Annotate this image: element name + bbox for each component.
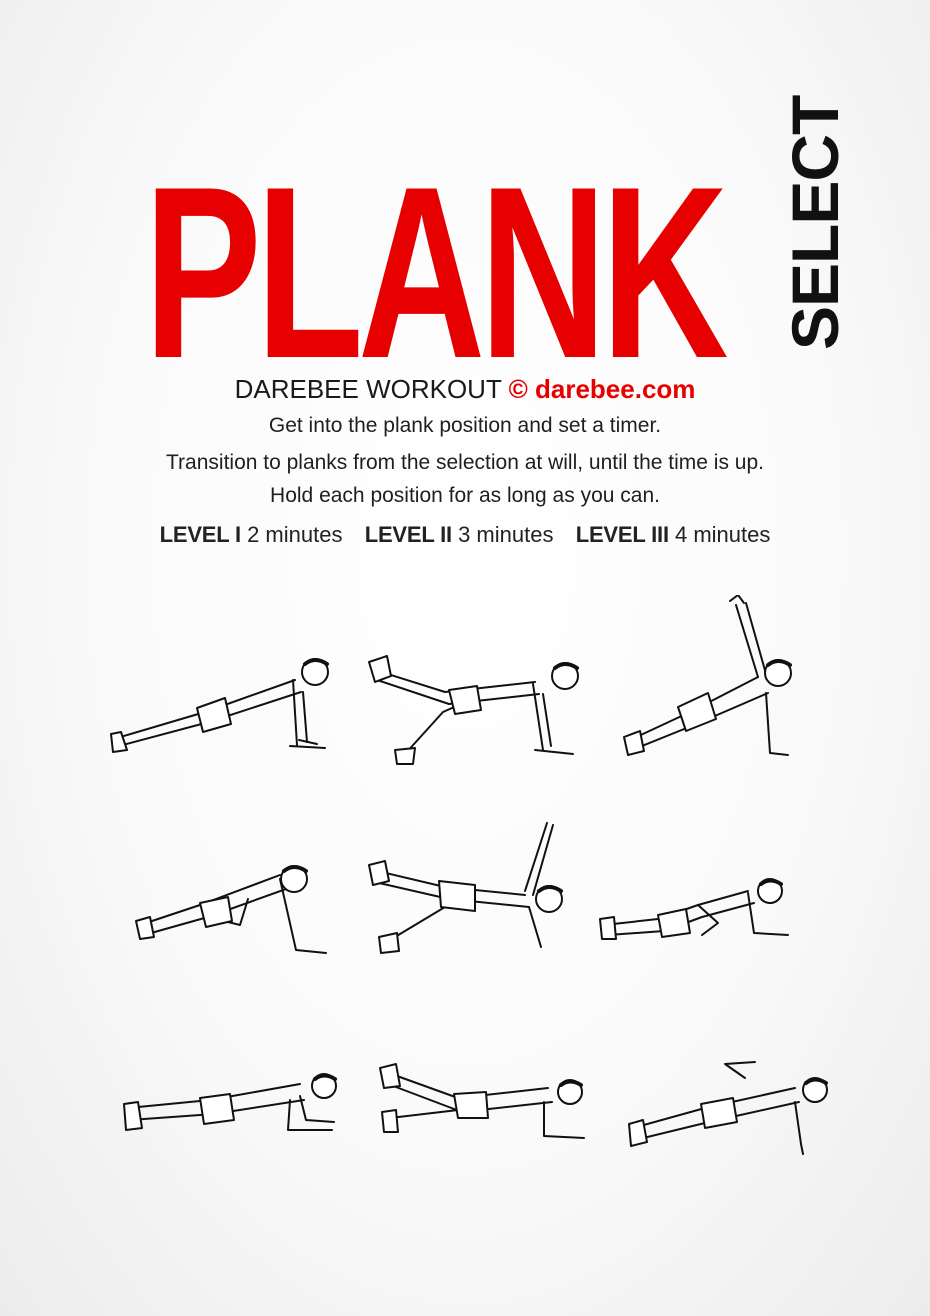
level-3-label: LEVEL III (575, 522, 669, 547)
forearm-plank-figure-icon (120, 1070, 345, 1145)
plank-knee-tuck-figure-icon (598, 875, 803, 950)
level-3-duration: 4 minutes (675, 522, 771, 547)
brand-site-link[interactable]: darebee.com (535, 374, 695, 404)
high-plank-leg-raise-figure-icon (365, 642, 600, 767)
brand-line: DAREBEE WORKOUT © darebee.com (0, 374, 930, 405)
description-line-3: Hold each position for as long as you ca… (270, 484, 660, 507)
star-side-plank-figure-icon (365, 815, 585, 955)
copyright-symbol: © (508, 374, 528, 404)
workout-subtitle: SELECT (778, 95, 852, 350)
brand-label: DAREBEE WORKOUT (234, 374, 502, 404)
description-line-1: Get into the plank position and set a ti… (268, 414, 662, 437)
level-2-duration: 3 minutes (458, 522, 554, 547)
level-2-label: LEVEL II (364, 522, 452, 547)
workout-title: PLANK (144, 135, 729, 409)
forearm-side-plank-figure-icon (625, 1058, 830, 1158)
plank-knee-to-elbow-figure-icon (130, 855, 330, 960)
forearm-plank-leg-raise-figure-icon (378, 1062, 600, 1152)
levels-row: LEVEL I 2 minutes LEVEL II 3 minutes LEV… (0, 522, 930, 548)
side-plank-arm-raise-figure-icon (618, 595, 818, 765)
level-1-duration: 2 minutes (247, 522, 343, 547)
high-plank-figure-icon (105, 650, 345, 760)
description-line-2: Transition to planks from the selection … (166, 451, 764, 474)
level-1-label: LEVEL I (159, 522, 242, 547)
